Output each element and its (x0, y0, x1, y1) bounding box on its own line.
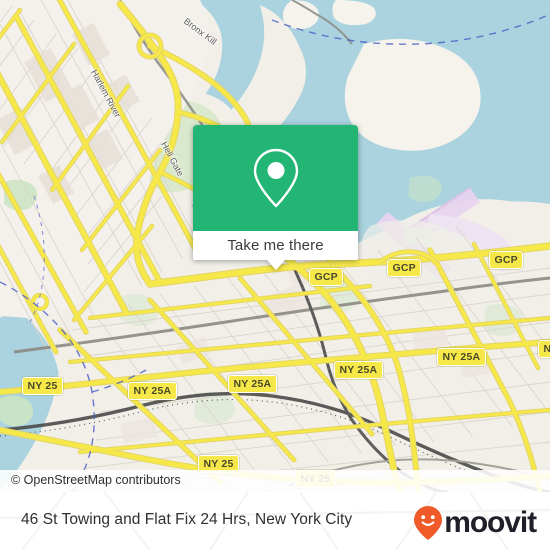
shield-ny-25a: NY 25A (334, 361, 383, 379)
moovit-logo[interactable]: moovit (413, 505, 537, 541)
shield-ny-25a: NY 25A (437, 348, 486, 366)
shield-ny-25: NY 25 (22, 377, 63, 395)
popup-pointer-tail (266, 260, 285, 270)
map-pin-icon (253, 148, 298, 208)
shield-label: GCP (494, 253, 518, 266)
shield-label: GCP (314, 270, 338, 283)
shield-label: NY 25 (27, 379, 58, 392)
shield-label: NY 25A (233, 377, 272, 390)
shield-gcp: GCP (309, 268, 344, 286)
place-caption: 46 St Towing and Flat Fix 24 Hrs, New Yo… (21, 511, 353, 528)
shield-gcp: GCP (387, 259, 422, 277)
shield-label: NY 25A (133, 384, 172, 397)
moovit-wordmark: moovit (444, 506, 537, 539)
moovit-pin-smiley-icon (414, 506, 443, 540)
take-me-there-label: Take me there (227, 237, 324, 254)
location-popup-card[interactable]: Take me there (193, 125, 358, 270)
moovit-map-screenshot: Harlem River Bronx Kill Hell Gate GCP GC… (0, 0, 550, 550)
map-attribution: © OpenStreetMap contributors (0, 470, 550, 492)
take-me-there-button[interactable]: Take me there (193, 231, 358, 260)
popup-header (193, 125, 358, 231)
shield-label: NY 25A (339, 363, 378, 376)
map-canvas[interactable]: Harlem River Bronx Kill Hell Gate GCP GC… (0, 0, 550, 492)
shield-label: NY 25A (442, 350, 481, 363)
shield-gcp: GCP (489, 251, 524, 269)
attribution-text: © OpenStreetMap contributors (11, 473, 181, 487)
shield-ny-25a: NY 25A (128, 382, 177, 400)
shield-label: GCP (392, 261, 416, 274)
shield-label: NY (543, 342, 550, 355)
bottom-info-bar: 46 St Towing and Flat Fix 24 Hrs, New Yo… (0, 492, 550, 550)
shield-ny-partial: NY (538, 340, 550, 358)
shield-ny-25a: NY 25A (228, 375, 277, 393)
